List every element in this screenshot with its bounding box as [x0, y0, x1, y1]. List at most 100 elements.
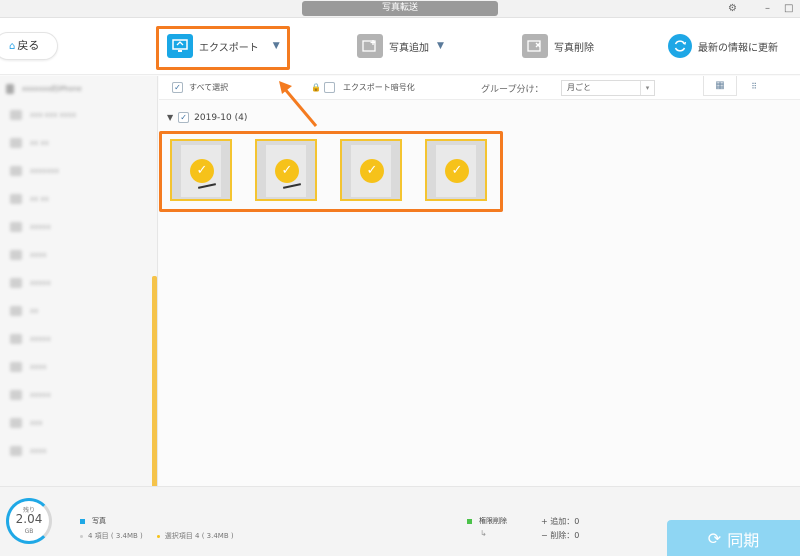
- check-icon: ✓: [172, 82, 183, 93]
- album-icon: [10, 222, 22, 232]
- selected-check-icon: ✓: [190, 159, 214, 183]
- category-legend: 写真: [80, 516, 106, 526]
- sidebar-album-item[interactable]: xxxxx: [10, 388, 51, 402]
- sidebar-scrollbar[interactable]: [152, 276, 157, 501]
- album-icon: [10, 446, 22, 456]
- sidebar-item-label: xxxx: [30, 363, 47, 371]
- sidebar-album-item[interactable]: xxxxx: [10, 276, 51, 290]
- sidebar-album-item[interactable]: xxxx: [10, 248, 47, 262]
- album-icon: [10, 110, 22, 120]
- sidebar-album-item[interactable]: xxx-xxx xxxx: [10, 108, 76, 122]
- dot-icon: [156, 534, 160, 538]
- grid-small-view-button[interactable]: ⠿: [737, 76, 771, 96]
- sidebar-album-item[interactable]: xx: [10, 304, 38, 318]
- status-bar: 残り 2.04 GB 写真 4 項目 ( 3.4MB ) 選択項目 4 ( 3.…: [0, 486, 800, 556]
- delete-photo-icon: [522, 34, 548, 58]
- sidebar-item-label: xxxxx: [30, 279, 51, 287]
- sidebar-item-label: xxxxx: [30, 223, 51, 231]
- album-icon: [10, 334, 22, 344]
- grid-small-icon: ⠿: [751, 81, 757, 91]
- selected-check-icon: ✓: [360, 159, 384, 183]
- items-total: 4 項目 ( 3.4MB ): [88, 532, 143, 540]
- sidebar-album-item[interactable]: xxx: [10, 416, 42, 430]
- items-selected: 選択項目 4 ( 3.4MB ): [164, 532, 234, 540]
- storage-unit: GB: [24, 528, 34, 535]
- encrypt-label: エクスポート暗号化: [342, 83, 415, 92]
- perm-delete-legend: 権限削除: [467, 516, 507, 526]
- chevron-down-icon[interactable]: ▼: [437, 41, 444, 51]
- group-label: グループ分け：: [481, 85, 544, 95]
- sidebar-item-label: xx: [30, 307, 39, 315]
- sidebar-item-label: xx xx: [30, 139, 49, 147]
- app-window: 写真転送 ⚙ – □ ⌂ 戻る エクスポート ▼ 写真追加 ▼ 写真削除 最新の…: [0, 0, 800, 556]
- grid-large-icon: ▦: [715, 80, 725, 91]
- sync-label: 同期: [727, 530, 760, 550]
- add-photo-icon: [357, 34, 383, 58]
- storage-remaining-value: 2.04: [15, 512, 43, 526]
- sidebar-album-item[interactable]: xxxx: [10, 360, 47, 374]
- photo-thumbnail[interactable]: ✓: [425, 139, 487, 201]
- filter-bar: ✓ すべて選択 🔒 エクスポート暗号化 グループ分け： 月ごと ▾ ▦ ⠿: [159, 76, 800, 100]
- selected-check-icon: ✓: [445, 159, 469, 183]
- minimize-button[interactable]: –: [765, 2, 770, 16]
- back-button[interactable]: ⌂ 戻る: [0, 32, 58, 60]
- add-photo-button[interactable]: 写真追加 ▼: [357, 31, 444, 61]
- photo-thumbnail[interactable]: ✓: [170, 139, 232, 201]
- sidebar-item-label: xxxx: [30, 447, 47, 455]
- sidebar-album-item[interactable]: xxxxx: [10, 220, 51, 234]
- sidebar-album-item[interactable]: xxxx: [10, 444, 47, 458]
- title-bar: 写真転送 ⚙ – □: [0, 0, 800, 18]
- chevron-down-icon: ▾: [640, 81, 654, 95]
- gear-icon[interactable]: ⚙: [728, 2, 737, 16]
- sidebar-item-label: xxx: [30, 419, 43, 427]
- sidebar-album-item[interactable]: xx xx: [10, 136, 49, 150]
- album-icon: [10, 362, 22, 372]
- delete-photo-label: 写真削除: [554, 42, 594, 54]
- sidebar-item-label: xx xx: [30, 195, 49, 203]
- toolbar: ⌂ 戻る エクスポート ▼ 写真追加 ▼ 写真削除 最新の情報に更新: [0, 18, 800, 75]
- device-entry[interactable]: xxxxxxx的iPhone: [6, 82, 152, 96]
- sidebar-item-label: xxxxxxx: [30, 167, 59, 175]
- legend-square-icon: [467, 518, 472, 524]
- sidebar-item-label: xxxx: [30, 251, 47, 259]
- category-label: 写真: [92, 517, 106, 525]
- refresh-button[interactable]: 最新の情報に更新: [668, 31, 778, 61]
- delete-photo-button[interactable]: 写真削除: [522, 31, 594, 61]
- back-label: 戻る: [17, 39, 40, 52]
- grid-large-view-button[interactable]: ▦: [703, 76, 737, 96]
- album-icon: [10, 306, 22, 316]
- annotation-arrow: [279, 81, 318, 127]
- device-name: xxxxxxx的iPhone: [22, 85, 82, 93]
- album-icon: [10, 194, 22, 204]
- album-icon: [10, 278, 22, 288]
- selected-check-icon: ✓: [275, 159, 299, 183]
- home-icon: ⌂: [9, 41, 16, 52]
- group-select-value: 月ごと: [567, 83, 591, 92]
- album-icon: [10, 418, 22, 428]
- view-toggle: ▦ ⠿: [703, 76, 779, 99]
- album-icon: [10, 250, 22, 260]
- sidebar-album-item[interactable]: xx xx: [10, 192, 49, 206]
- sidebar-album-item[interactable]: xxxxx: [10, 332, 51, 346]
- album-icon: [10, 166, 22, 176]
- group-select[interactable]: 月ごと ▾: [561, 80, 655, 96]
- export-highlight-frame: [156, 26, 290, 70]
- sync-button[interactable]: ⟳ 同期: [667, 520, 800, 556]
- select-all-checkbox[interactable]: ✓ すべて選択: [172, 82, 228, 93]
- album-icon: [10, 138, 22, 148]
- photo-thumbnail[interactable]: ✓: [340, 139, 402, 201]
- group-checkbox[interactable]: ✓: [178, 112, 190, 123]
- collapse-triangle-icon[interactable]: ▼: [167, 113, 173, 122]
- group-title: 2019-10 (4): [194, 112, 248, 123]
- sidebar-album-item[interactable]: xxxxxxx: [10, 164, 59, 178]
- maximize-button[interactable]: □: [784, 2, 793, 16]
- sidebar-item-label: xxxxx: [30, 391, 51, 399]
- photo-panel: ✓ すべて選択 🔒 エクスポート暗号化 グループ分け： 月ごと ▾ ▦ ⠿ ▼ …: [159, 76, 800, 486]
- legend-square-icon: [80, 518, 85, 524]
- branch-arrow-icon: ↳: [480, 529, 487, 538]
- group-header[interactable]: ▼ ✓ 2019-10 (4): [167, 112, 247, 123]
- photo-thumbnail[interactable]: ✓: [255, 139, 317, 201]
- perm-delete-label: 権限削除: [479, 517, 507, 525]
- sidebar-item-label: xxx-xxx xxxx: [30, 111, 77, 119]
- window-title: 写真転送: [302, 1, 498, 16]
